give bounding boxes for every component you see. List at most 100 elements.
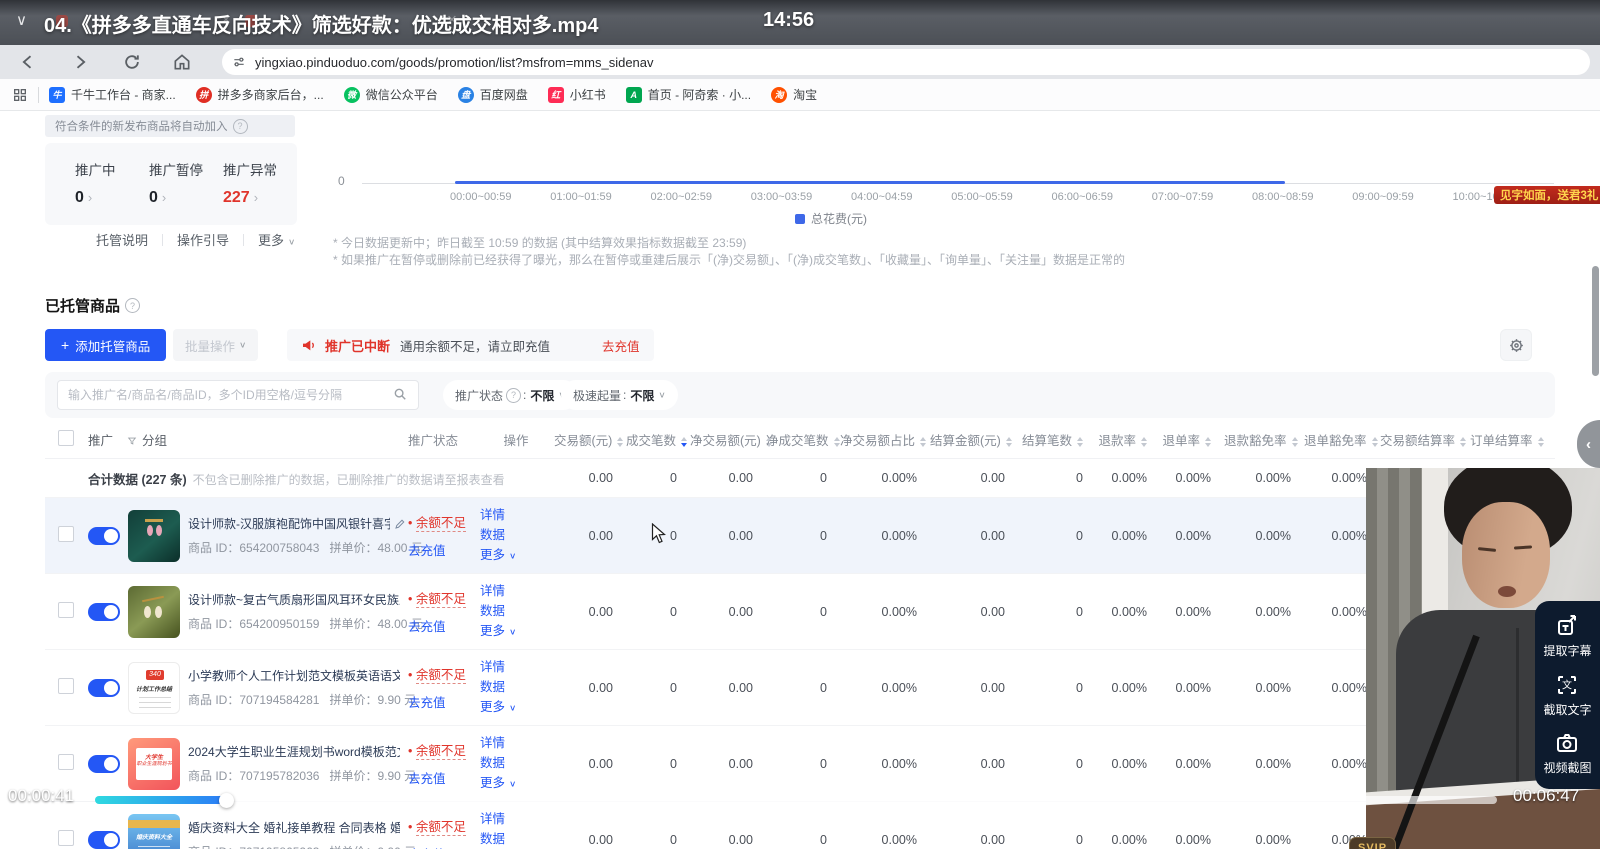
hosting-help-link[interactable]: 托管说明 (96, 230, 148, 249)
bookmark-aqisuo[interactable]: A首页 - 阿奇索 · 小... (626, 86, 751, 103)
column-header[interactable]: 退款率 (1095, 421, 1159, 459)
bookmark-qianniu[interactable]: 牛千牛工作台 - 商家... (49, 86, 176, 103)
filter-funnel-icon[interactable] (127, 436, 137, 446)
bookmark-pdd-admin[interactable]: 拼拼多多商家后台，... (196, 86, 324, 103)
promo-toggle[interactable] (88, 755, 120, 773)
data-link[interactable]: 数据 (480, 753, 552, 773)
data-link[interactable]: 数据 (480, 525, 552, 545)
row-checkbox[interactable] (58, 602, 74, 618)
scrollbar-thumb[interactable] (1592, 266, 1599, 376)
collapse-chevron-icon[interactable]: ∨ (16, 11, 27, 29)
sort-icon[interactable] (1460, 437, 1466, 447)
bookmark-baidu-pan[interactable]: 盘百度网盘 (458, 86, 528, 103)
filter-fast-boost[interactable]: 极速起量 :不限 ∨ (561, 380, 678, 410)
stat-value-link[interactable]: 227› (223, 189, 297, 207)
product-image[interactable]: 婚庆资料大全 (128, 814, 180, 849)
stat-value-link[interactable]: 0› (149, 189, 223, 207)
extract-subtitles-button[interactable]: 提取字幕 (1543, 614, 1591, 659)
stat-value-link[interactable]: 0› (75, 189, 149, 207)
data-link[interactable]: 数据 (480, 677, 552, 697)
recharge-link[interactable]: 去充值 (408, 844, 446, 849)
promo-toggle[interactable] (88, 831, 120, 849)
promo-toggle[interactable] (88, 527, 120, 545)
select-all-checkbox[interactable] (58, 430, 74, 446)
promo-toggle[interactable] (88, 603, 120, 621)
sort-icon[interactable] (1077, 437, 1083, 447)
promo-ad-banner[interactable]: 见字如面，送君3礼 (1494, 186, 1600, 204)
forward-icon[interactable] (70, 52, 90, 72)
column-header[interactable]: 退单率 (1159, 421, 1223, 459)
recharge-link[interactable]: 去充值 (408, 616, 446, 635)
row-checkbox[interactable] (58, 526, 74, 542)
sort-icon[interactable] (920, 437, 926, 447)
column-header[interactable]: 结算金额(元) (929, 421, 1017, 459)
more-link[interactable]: 更多∨ (480, 773, 552, 795)
bookmark-xiaohongshu[interactable]: 红小红书 (548, 86, 606, 103)
row-checkbox[interactable] (58, 754, 74, 770)
product-image[interactable] (128, 510, 180, 562)
data-link[interactable]: 数据 (480, 601, 552, 621)
product-name[interactable]: 设计师款~复古气质扇形国风耳环女民族风耳饰... (188, 591, 400, 608)
product-name[interactable]: 小学教师个人工作计划范文模板英语语文数学... (188, 667, 400, 684)
row-checkbox[interactable] (58, 678, 74, 694)
product-image[interactable] (128, 586, 180, 638)
more-link[interactable]: 更多∨ (480, 697, 552, 719)
sort-icon[interactable] (681, 437, 687, 447)
apps-grid-icon[interactable] (12, 87, 28, 103)
recharge-link[interactable]: 去充值 (602, 336, 640, 355)
refresh-icon[interactable] (122, 52, 142, 72)
bookmark-taobao[interactable]: 淘淘宝 (771, 86, 817, 103)
column-header[interactable]: 交易额(元) (553, 421, 625, 459)
detail-link[interactable]: 详情 (480, 733, 552, 753)
address-bar[interactable]: yingxiao.pinduoduo.com/goods/promotion/l… (222, 49, 1590, 75)
info-icon[interactable]: ? (233, 119, 248, 134)
more-link[interactable]: 更多∨ (480, 621, 552, 643)
data-link[interactable]: 数据 (480, 829, 552, 849)
add-managed-product-button[interactable]: +添加托管商品 (45, 329, 166, 361)
column-header[interactable]: 成交笔数 (625, 421, 689, 459)
detail-link[interactable]: 详情 (480, 809, 552, 829)
detail-link[interactable]: 详情 (480, 505, 552, 525)
column-header[interactable]: 净成交笔数 (765, 421, 839, 459)
column-header[interactable]: 退款豁免率 (1223, 421, 1303, 459)
table-settings-button[interactable] (1500, 329, 1532, 361)
column-header[interactable]: 交易额结算率 (1379, 421, 1469, 459)
search-input[interactable] (57, 380, 419, 410)
progress-handle[interactable] (219, 793, 234, 808)
capture-text-button[interactable]: 文 截取文字 (1543, 673, 1591, 718)
product-image[interactable]: 大学生职业生涯规划书 (128, 738, 180, 790)
sort-icon[interactable] (1006, 437, 1012, 447)
bookmark-wechat-mp[interactable]: 微微信公众平台 (344, 86, 438, 103)
column-header[interactable]: 推广 分组 (87, 421, 407, 459)
column-header[interactable]: 净交易额(元) (689, 421, 765, 459)
promo-toggle[interactable] (88, 679, 120, 697)
column-header[interactable]: 净交易额占比 (839, 421, 929, 459)
row-checkbox[interactable] (58, 830, 74, 846)
recharge-link[interactable]: 去充值 (408, 768, 446, 787)
sort-icon[interactable] (617, 437, 623, 447)
column-header[interactable]: 订单结算率 (1469, 421, 1555, 459)
sort-icon[interactable] (1372, 437, 1378, 447)
back-icon[interactable] (18, 52, 38, 72)
detail-link[interactable]: 详情 (480, 581, 552, 601)
info-icon[interactable]: ? (125, 298, 140, 313)
product-name[interactable]: 设计师款-汉服旗袍配饰中国风银针喜字耳坠镶... (188, 515, 390, 532)
column-header[interactable]: 退单豁免率 (1303, 421, 1379, 459)
progress-bar[interactable] (95, 796, 1497, 804)
product-image[interactable]: 340计划工作总结 (128, 662, 180, 714)
video-screenshot-button[interactable]: 视频截图 (1543, 731, 1591, 776)
site-settings-icon[interactable] (232, 55, 246, 69)
search-icon[interactable] (393, 387, 407, 401)
column-header[interactable]: 结算笔数 (1017, 421, 1095, 459)
filter-promo-status[interactable]: 推广状态 ? :不限 ∨ (443, 380, 578, 410)
more-link[interactable]: 更多∨ (480, 545, 552, 567)
batch-operation-button[interactable]: 批量操作∨ (173, 329, 258, 361)
recharge-link[interactable]: 去充值 (408, 540, 446, 559)
sort-icon[interactable] (1205, 437, 1211, 447)
product-name[interactable]: 婚庆资料大全 婚礼接单教程 合同表格 婚礼策划... (188, 819, 400, 836)
sort-icon[interactable] (1538, 437, 1544, 447)
sort-icon[interactable] (834, 437, 840, 447)
home-icon[interactable] (172, 52, 192, 72)
detail-link[interactable]: 详情 (480, 657, 552, 677)
product-name[interactable]: 2024大学生职业生涯规划书word模板范文工作... (188, 743, 400, 760)
